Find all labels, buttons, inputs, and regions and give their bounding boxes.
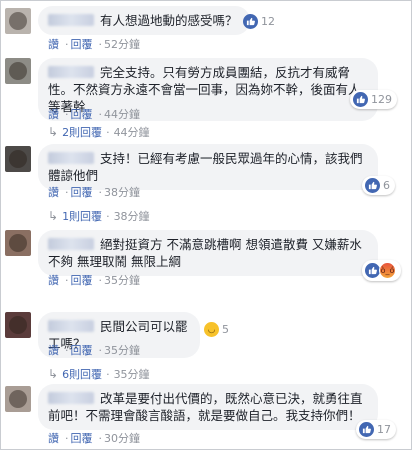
like-icon [365,178,380,193]
commenter-name[interactable] [48,238,94,250]
comment-actions: 讚 · 回覆 · 52分鐘 [48,38,140,51]
replies-time: 38分鐘 [113,210,150,223]
reaction-summary[interactable]: ò_ó [362,260,401,281]
view-replies[interactable]: ↳ 2則回覆 · 44分鐘 [48,124,150,140]
comment-actions: 讚 · 回覆 · 35分鐘 [48,274,140,287]
reply-arrow-icon: ↳ [48,367,59,381]
like-icon [365,263,380,278]
like-icon [243,14,258,29]
reaction-summary[interactable]: 129 [350,90,397,109]
like-icon [359,422,374,437]
reaction-count: 6 [383,179,390,192]
reaction-summary[interactable]: 17 [356,420,396,439]
reaction-summary[interactable]: 12 [243,14,275,29]
reaction-count: 17 [377,423,391,436]
avatar[interactable] [5,230,31,256]
avatar[interactable] [5,386,31,412]
timestamp[interactable]: 35分鐘 [104,274,140,287]
comment-bubble: 絕對挺資方 不滿意跳槽啊 想領遣散費 又嫌薪水不夠 無理取鬧 無限上綱 [38,230,378,276]
view-replies[interactable]: ↳ 1則回覆 · 38分鐘 [48,208,150,224]
reply-link[interactable]: 回覆 [71,432,93,445]
avatar[interactable] [5,8,31,34]
reply-arrow-icon: ↳ [48,125,59,139]
reply-link[interactable]: 回覆 [71,186,93,199]
angry-icon: ò_ó [379,262,396,279]
comment-text: 改革是要付出代價的，既然心意已決，就勇往直前吧！不需理會酸言酸語，就是要做自己。… [48,391,363,423]
comment-bubble: 有人想過地動的感受嗎？ [38,6,250,35]
like-link[interactable]: 讚 [48,108,59,121]
timestamp[interactable]: 30分鐘 [104,432,140,445]
like-link[interactable]: 讚 [48,38,59,51]
like-link[interactable]: 讚 [48,186,59,199]
reply-link[interactable]: 回覆 [71,38,93,51]
like-link[interactable]: 讚 [48,344,59,357]
commenter-name[interactable] [48,320,94,332]
replies-link[interactable]: 2則回覆 [62,124,102,140]
reply-link[interactable]: 回覆 [71,108,93,121]
comment-actions: 讚 · 回覆 · 35分鐘 [48,344,140,357]
reaction-summary[interactable]: 6 [362,176,395,195]
haha-icon: ◡ [204,322,219,337]
reaction-count: 5 [222,323,229,336]
avatar[interactable] [5,58,31,84]
comment-actions: 讚 · 回覆 · 44分鐘 [48,108,140,121]
timestamp[interactable]: 38分鐘 [104,186,140,199]
reply-link[interactable]: 回覆 [71,274,93,287]
comment-bubble: 改革是要付出代價的，既然心意已決，就勇往直前吧！不需理會酸言酸語，就是要做自己。… [38,384,378,430]
reaction-summary[interactable]: ◡ 5 [204,322,229,337]
comment-actions: 讚 · 回覆 · 30分鐘 [48,432,140,445]
replies-time: 44分鐘 [113,126,150,139]
reply-arrow-icon: ↳ [48,209,59,223]
timestamp[interactable]: 35分鐘 [104,344,140,357]
replies-time: 35分鐘 [113,368,150,381]
comment-text: 有人想過地動的感受嗎？ [100,13,238,28]
commenter-name[interactable] [48,152,94,164]
comment-actions: 讚 · 回覆 · 38分鐘 [48,186,140,199]
timestamp[interactable]: 52分鐘 [104,38,140,51]
like-icon [353,92,368,107]
replies-link[interactable]: 1則回覆 [62,208,102,224]
commenter-name[interactable] [48,14,94,26]
reaction-count: 129 [371,93,392,106]
commenter-name[interactable] [48,66,94,78]
avatar[interactable] [5,146,31,172]
like-link[interactable]: 讚 [48,274,59,287]
comment-text: 支持！已經有考慮一般民眾過年的心情，該我們體諒他們 [48,151,363,183]
reply-link[interactable]: 回覆 [71,344,93,357]
timestamp[interactable]: 44分鐘 [104,108,140,121]
comment-text: 絕對挺資方 不滿意跳槽啊 想領遣散費 又嫌薪水不夠 無理取鬧 無限上綱 [48,237,362,269]
replies-link[interactable]: 6則回覆 [62,366,102,382]
view-replies[interactable]: ↳ 6則回覆 · 35分鐘 [48,366,150,382]
reaction-count: 12 [261,15,275,28]
commenter-name[interactable] [48,392,94,404]
like-link[interactable]: 讚 [48,432,59,445]
avatar[interactable] [5,312,31,338]
